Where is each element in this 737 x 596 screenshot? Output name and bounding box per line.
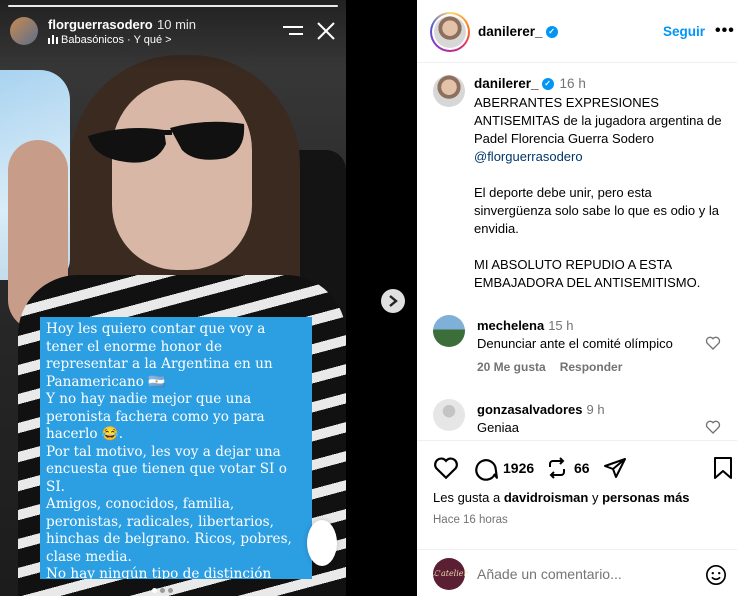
comment-avatar[interactable]: [433, 315, 465, 347]
comment-header: gonzasalvadores 9 h: [477, 402, 605, 417]
comment-time: 9 h: [586, 402, 605, 417]
next-button[interactable]: [381, 289, 405, 313]
header-username-label: danilerer_: [478, 24, 543, 39]
close-icon[interactable]: [316, 21, 336, 41]
dot: [160, 588, 165, 593]
comment-item: gonzasalvadores 9 h Geniaa: [433, 399, 733, 439]
like-heart-icon[interactable]: [433, 455, 459, 481]
comment-avatar[interactable]: [433, 399, 465, 431]
post-caption-text: ABERRANTES EXPRESIONES ANTISEMITAS de la…: [474, 95, 722, 146]
shares-count: 66: [574, 460, 590, 476]
story-music-label: Babasónicos · Y qué >: [61, 34, 172, 46]
repost-icon[interactable]: [545, 455, 569, 481]
bookmark-icon[interactable]: [713, 455, 733, 481]
comment-username[interactable]: mechelena: [477, 318, 544, 333]
sunglasses: [88, 121, 245, 163]
floating-scroll-button[interactable]: [307, 520, 337, 566]
post-time: 16 h: [559, 76, 586, 91]
post-author-avatar[interactable]: [433, 75, 465, 107]
comments-count: 1926: [503, 460, 535, 476]
likes-prefix: Les gusta a: [433, 490, 504, 505]
share-send-icon[interactable]: [603, 455, 627, 481]
likes-others[interactable]: personas más: [602, 490, 689, 505]
post-panel: danilerer_ ✓ Seguir ••• danilerer_ ✓ 16 h A…: [417, 0, 737, 596]
comments-section: danilerer_ ✓ 16 h ABERRANTES EXPRESIONES A…: [417, 63, 737, 439]
likes-user[interactable]: davidroisman: [504, 490, 589, 505]
dot-active: [152, 588, 157, 593]
post-actions: 1926 66 Les gusta a davidroisman y perso…: [417, 440, 737, 596]
emoji-icon[interactable]: [705, 564, 727, 586]
reply-button[interactable]: Responder: [560, 360, 623, 374]
comment-meta: 20 Me gusta Responder: [477, 360, 636, 374]
post-author: danilerer_ ✓ 16 h: [474, 76, 586, 91]
story-username[interactable]: florguerrasodero: [48, 17, 153, 32]
comment-bubble-icon[interactable]: [473, 455, 499, 481]
comment-text: Geniaa: [477, 420, 519, 435]
comment-likes[interactable]: 20 Me gusta: [477, 360, 546, 374]
likes-summary: Les gusta a davidroisman y personas más: [433, 490, 690, 505]
comment-username[interactable]: gonzasalvadores: [477, 402, 583, 417]
menu-lines-icon[interactable]: [283, 25, 303, 37]
story-music[interactable]: Babasónicos · Y qué >: [48, 34, 172, 46]
face: [112, 80, 252, 270]
post-caption: ABERRANTES EXPRESIONES ANTISEMITAS de la…: [474, 94, 726, 292]
post-caption-text-2: El deporte debe unir, pero esta sinvergü…: [474, 185, 719, 290]
comment-text: Denunciar ante el comité olímpico: [477, 336, 673, 351]
story-avatar[interactable]: [10, 17, 38, 45]
story-pagination-dots: [152, 580, 182, 593]
comment-item: mechelena 15 h Denunciar ante el comité o…: [433, 315, 733, 375]
heart-icon[interactable]: [705, 335, 721, 351]
current-user-avatar: ℒ'atelier: [433, 558, 467, 590]
mention-link[interactable]: @florguerrasodero: [474, 149, 583, 164]
heart-icon[interactable]: [705, 419, 721, 435]
more-options-icon[interactable]: •••: [715, 22, 735, 40]
add-comment-bar: ℒ'atelier: [417, 549, 737, 596]
comment-time: 15 h: [548, 318, 574, 333]
comment-input[interactable]: [477, 566, 697, 582]
comment-header: mechelena 15 h: [477, 318, 574, 333]
header-username[interactable]: danilerer_ ✓: [478, 24, 558, 39]
dot: [168, 588, 173, 593]
instagram-post-view: florguerrasodero 10 min Babasónicos · Y …: [0, 0, 737, 596]
post-header: danilerer_ ✓ Seguir •••: [417, 0, 737, 63]
verified-badge-icon: ✓: [545, 26, 558, 39]
story-time: 10 min: [157, 17, 197, 32]
chevron-right-icon: [389, 295, 398, 307]
header-avatar[interactable]: [430, 12, 470, 52]
story-progress-bar: [8, 5, 338, 7]
story-media: florguerrasodero 10 min Babasónicos · Y …: [0, 0, 417, 596]
post-author-username[interactable]: danilerer_: [474, 76, 539, 91]
post-age: Hace 16 horas: [433, 514, 508, 526]
follow-button[interactable]: Seguir: [663, 24, 705, 39]
audio-bars-icon: [48, 35, 58, 44]
likes-mid: y: [588, 490, 603, 505]
verified-badge-icon: ✓: [541, 78, 554, 91]
story-caption: Hoy les quiero contar que voy a tener el…: [40, 317, 312, 579]
